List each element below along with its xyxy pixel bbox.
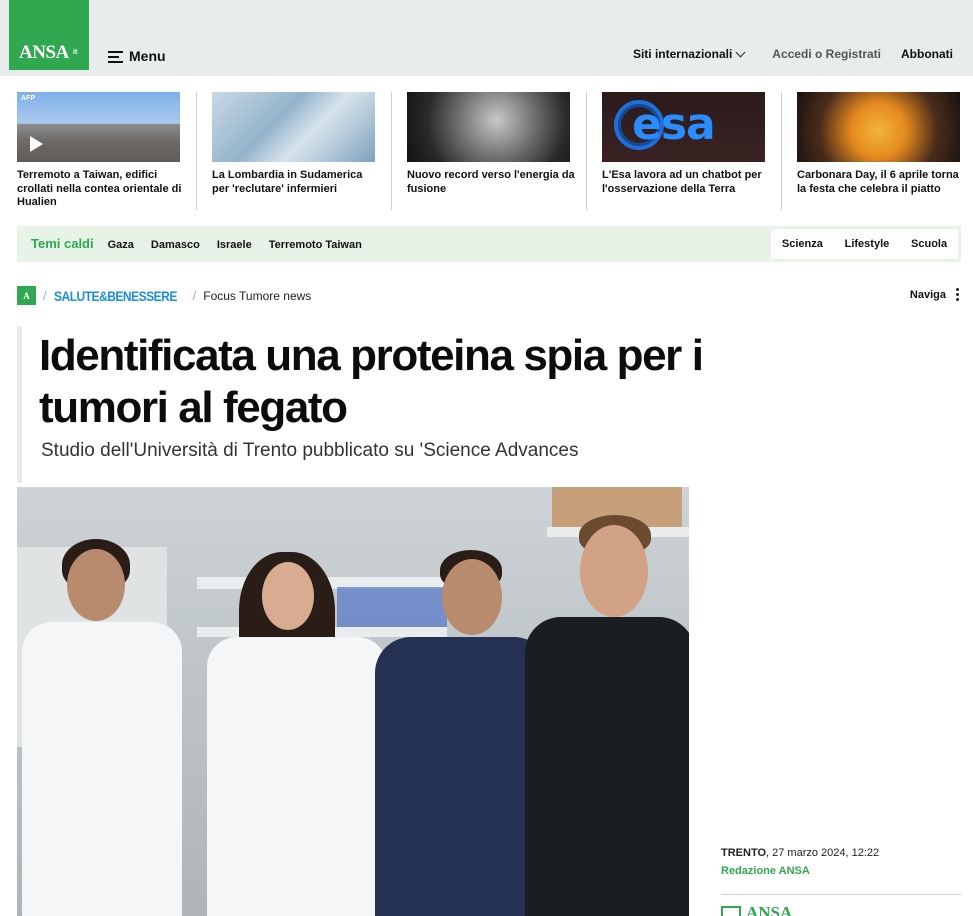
- hot-topic-link[interactable]: Damasco: [151, 239, 200, 251]
- ansa-badge-text: ANSA: [746, 903, 793, 916]
- article-photo: [17, 487, 689, 916]
- news-title: L'Esa lavora ad un chatbot per l'osserva…: [602, 169, 762, 195]
- section-link-scuola[interactable]: Scuola: [911, 238, 947, 250]
- section-link-lifestyle[interactable]: Lifestyle: [845, 238, 890, 250]
- article-location: TRENTO: [721, 847, 767, 859]
- news-title: Terremoto a Taiwan, edifici crollati nel…: [17, 169, 182, 208]
- section-links: Scienza Lifestyle Scuola: [771, 229, 958, 259]
- esa-logo-text: esa: [632, 99, 716, 150]
- news-title: La Lombardia in Sudamerica per 'reclutar…: [212, 169, 363, 195]
- play-icon: [30, 136, 43, 152]
- international-sites-dropdown[interactable]: Siti internazionali: [632, 47, 746, 61]
- news-card[interactable]: Carbonara Day, il 6 aprile torna la fest…: [797, 92, 967, 212]
- login-link[interactable]: Accedi o Registrati: [772, 47, 881, 61]
- logo-suffix: it: [73, 49, 78, 56]
- header-actions: Siti internazionali Accedi o Registrati …: [633, 47, 953, 61]
- article-author[interactable]: Redazione ANSA: [721, 865, 810, 877]
- news-thumbnail: AFP: [17, 92, 180, 162]
- news-card[interactable]: AFP Terremoto a Taiwan, edifici crollati…: [17, 92, 187, 212]
- divider: [781, 92, 782, 210]
- divider: [391, 92, 392, 210]
- news-card[interactable]: esa L'Esa lavora ad un chatbot per l'oss…: [602, 92, 772, 212]
- section-link-scienza[interactable]: Scienza: [782, 238, 823, 250]
- hamburger-icon: [108, 50, 123, 63]
- article-title: Identificata una proteina spia per i tum…: [39, 331, 704, 432]
- site-header: ANSA it Menu Siti internazionali Accedi …: [0, 0, 973, 76]
- news-thumbnail: [407, 92, 570, 162]
- subscribe-link[interactable]: Abbonati: [901, 47, 953, 61]
- news-strip: AFP Terremoto a Taiwan, edifici crollati…: [0, 92, 973, 212]
- news-card[interactable]: Nuovo record verso l'energia da fusione: [407, 92, 577, 212]
- news-card[interactable]: La Lombardia in Sudamerica per 'reclutar…: [212, 92, 382, 212]
- ansa-badge-icon: [721, 906, 741, 916]
- breadcrumb-separator: /: [192, 288, 197, 303]
- news-thumbnail: [212, 92, 375, 162]
- divider: [196, 92, 197, 210]
- breadcrumb: A / SALUTE&BENESSERE / Focus Tumore news: [17, 286, 311, 305]
- logo-text: ANSA: [19, 42, 69, 63]
- navigate-button[interactable]: Naviga: [910, 288, 959, 301]
- navigate-label: Naviga: [909, 288, 946, 301]
- divider: [586, 92, 587, 210]
- news-title: Nuovo record verso l'energia da fusione: [407, 169, 575, 195]
- article-header: Identificata una proteina spia per i tum…: [17, 326, 717, 483]
- ansa-mini-logo[interactable]: A: [17, 286, 36, 305]
- news-thumbnail: [797, 92, 960, 162]
- breadcrumb-separator: /: [43, 288, 47, 303]
- hot-topic-link[interactable]: Terremoto Taiwan: [269, 239, 362, 251]
- article-dateline: TRENTO, 27 marzo 2024, 12:22: [721, 847, 879, 859]
- chevron-down-icon: [735, 47, 746, 57]
- more-vertical-icon: [956, 288, 959, 301]
- article-subtitle: Studio dell'Università di Trento pubblic…: [41, 440, 579, 461]
- hot-topic-link[interactable]: Gaza: [108, 239, 134, 251]
- breadcrumb-section[interactable]: SALUTE&BENESSERE: [54, 288, 177, 304]
- news-thumbnail: esa: [602, 92, 765, 162]
- divider: [721, 894, 961, 895]
- hot-topics-title: Temi caldi: [31, 236, 94, 251]
- afp-badge: AFP: [21, 95, 35, 102]
- news-title: Carbonara Day, il 6 aprile torna la fest…: [797, 169, 959, 195]
- ansa-logo[interactable]: ANSA it: [9, 0, 89, 70]
- hot-topics-bar: Temi caldi Gaza Damasco Israele Terremot…: [17, 226, 961, 262]
- menu-button[interactable]: Menu: [108, 48, 166, 64]
- international-sites-label: Siti internazionali: [632, 47, 733, 61]
- breadcrumb-page[interactable]: Focus Tumore news: [203, 289, 311, 303]
- hot-topic-link[interactable]: Israele: [217, 239, 252, 251]
- menu-label: Menu: [129, 48, 166, 64]
- article-date: , 27 marzo 2024, 12:22: [766, 847, 880, 859]
